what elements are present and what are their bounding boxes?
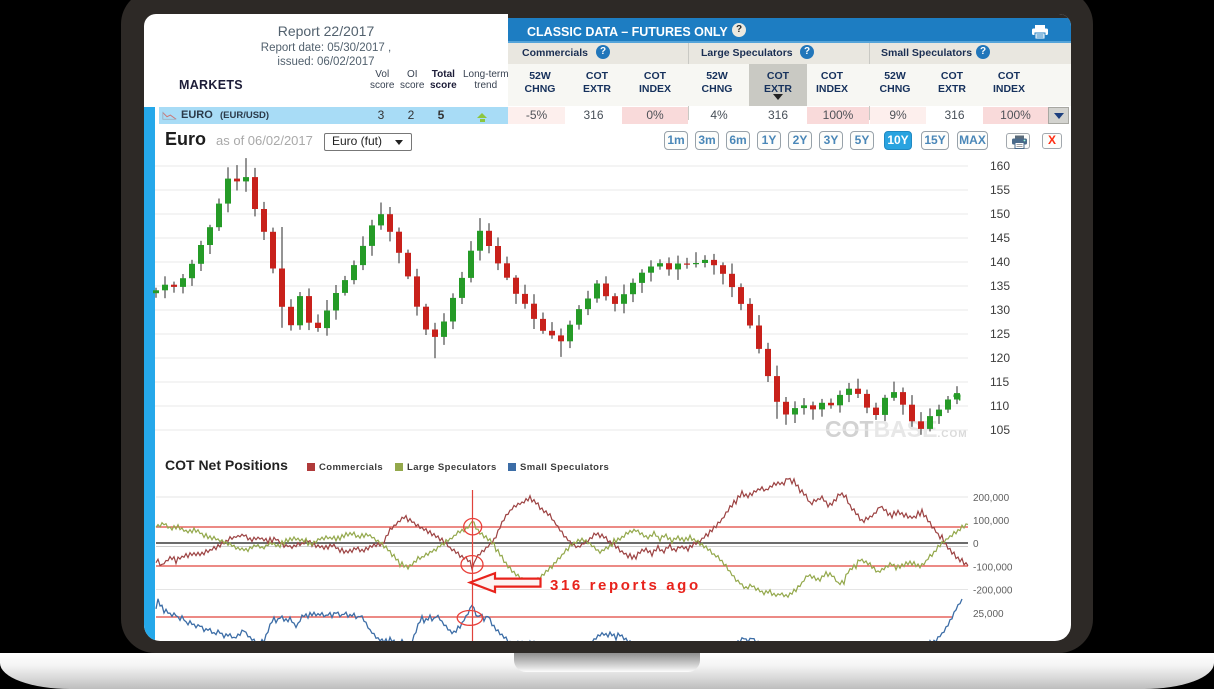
svg-text:110: 110 <box>990 399 1009 413</box>
svg-text:200,000: 200,000 <box>973 493 1010 504</box>
svg-text:0: 0 <box>973 539 979 550</box>
svg-text:120: 120 <box>990 351 1010 365</box>
svg-text:-100,000: -100,000 <box>973 563 1013 574</box>
svg-text:125: 125 <box>990 327 1010 341</box>
svg-text:105: 105 <box>990 423 1010 437</box>
svg-text:150: 150 <box>990 207 1010 221</box>
svg-text:130: 130 <box>990 303 1010 317</box>
svg-text:-200,000: -200,000 <box>973 586 1013 597</box>
svg-text:140: 140 <box>990 255 1010 269</box>
svg-text:160: 160 <box>990 159 1010 173</box>
svg-text:135: 135 <box>990 279 1010 293</box>
svg-text:316 reports ago: 316 reports ago <box>550 577 701 594</box>
svg-text:100,000: 100,000 <box>973 516 1010 527</box>
svg-text:145: 145 <box>990 231 1010 245</box>
svg-text:25,000: 25,000 <box>973 609 1004 620</box>
svg-text:155: 155 <box>990 183 1010 197</box>
svg-text:115: 115 <box>990 375 1009 389</box>
